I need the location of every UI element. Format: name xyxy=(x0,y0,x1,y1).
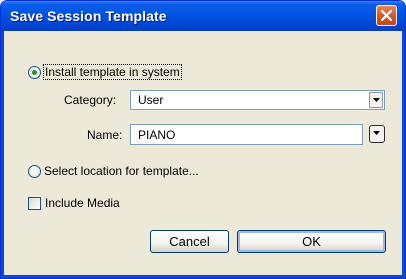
name-label: Name: xyxy=(87,128,123,142)
name-field[interactable]: PIANO xyxy=(130,124,363,145)
select-location-radio[interactable] xyxy=(28,164,41,178)
include-media-checkbox[interactable] xyxy=(28,196,41,210)
window-frame-bottom xyxy=(1,275,405,278)
category-value: User xyxy=(138,93,164,107)
install-template-radio[interactable] xyxy=(28,65,41,79)
close-button[interactable] xyxy=(376,5,397,26)
cancel-button[interactable]: Cancel xyxy=(150,230,229,253)
title-bar[interactable]: Save Session Template xyxy=(1,1,405,31)
category-dropdown-button[interactable] xyxy=(369,92,383,108)
include-media-label: Include Media xyxy=(45,196,120,210)
category-label: Category: xyxy=(64,93,117,107)
chevron-down-icon xyxy=(373,131,380,135)
select-location-option[interactable]: Select location for template... xyxy=(28,164,199,178)
dialog-title: Save Session Template xyxy=(10,8,167,24)
ok-button[interactable]: OK xyxy=(237,230,386,253)
save-session-template-dialog: Save Session Template Install template i… xyxy=(0,0,406,279)
install-template-option[interactable]: Install template in system xyxy=(28,64,182,80)
name-value: PIANO xyxy=(138,128,176,142)
install-template-label: Install template in system xyxy=(43,64,182,80)
window-frame-right xyxy=(402,31,405,278)
include-media-option[interactable]: Include Media xyxy=(28,196,120,210)
name-dropdown-button[interactable] xyxy=(369,125,385,143)
select-location-label: Select location for template... xyxy=(44,164,199,178)
category-select[interactable]: User xyxy=(130,90,385,110)
close-icon xyxy=(381,10,392,21)
chevron-down-icon xyxy=(373,98,380,102)
